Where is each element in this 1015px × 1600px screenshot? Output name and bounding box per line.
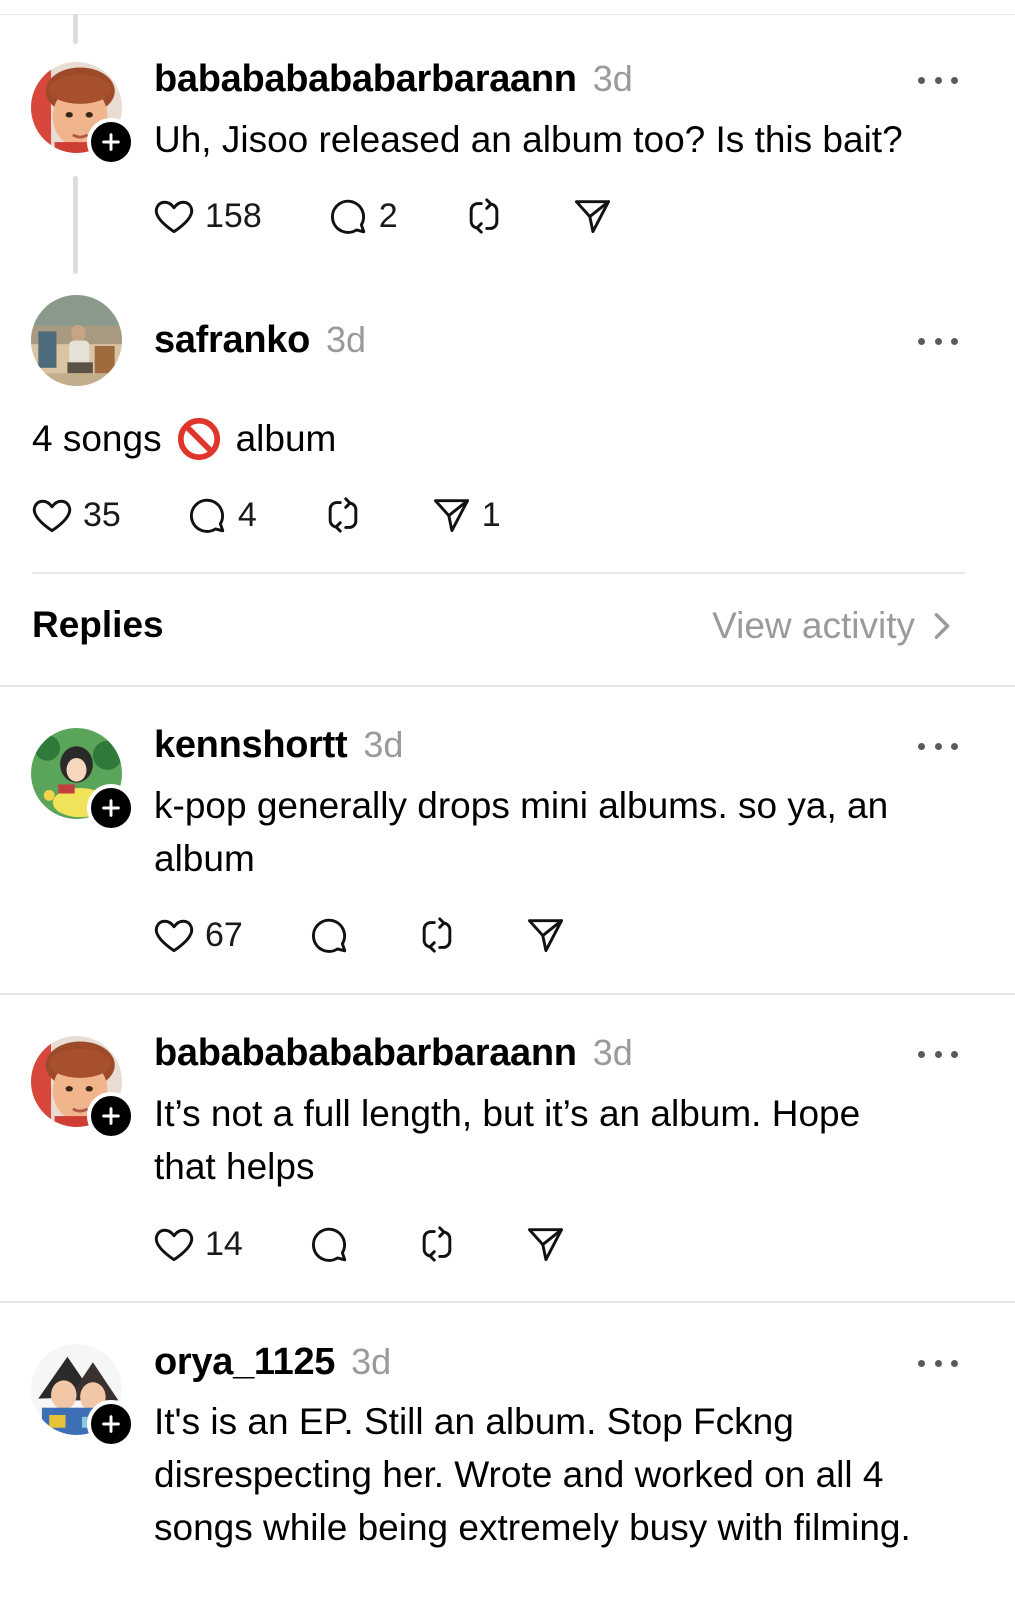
plus-icon [100,1413,122,1435]
avatar-beach-icon [31,295,122,386]
follow-plus-button[interactable] [87,784,135,832]
like-count: 67 [205,915,243,954]
view-activity-label: View activity [712,605,915,646]
repost-icon [462,194,506,238]
send-icon [429,493,473,537]
more-options-icon[interactable] [918,331,958,351]
like-button[interactable]: 35 [30,493,121,537]
divider [0,685,1015,687]
reply-text: k-pop generally drops mini albums. so ya… [154,779,888,885]
like-count: 158 [205,196,262,235]
divider [0,1301,1015,1303]
send-icon [523,1222,567,1266]
comment-count: 2 [378,196,398,235]
comment-icon [307,1222,351,1266]
post-text: Uh, Jisoo released an album too? Is this… [154,119,903,160]
post-text-end: album [235,418,337,459]
thread-line [73,14,78,44]
more-options-icon[interactable] [918,1044,958,1064]
repost-button[interactable] [321,493,365,537]
comment-icon [185,493,229,537]
repost-icon [415,1222,459,1266]
thread-line [73,176,78,274]
like-button[interactable]: 14 [152,1222,243,1266]
divider [32,572,965,574]
send-icon [570,194,614,238]
reply-text-line: It’s not a full length, but it’s an albu… [154,1093,861,1134]
replies-heading: Replies [32,604,164,645]
timestamp: 3d [592,58,633,99]
view-activity-link[interactable]: View activity [712,605,953,647]
heart-icon [152,1222,196,1266]
action-bar: 35 4 1 [30,491,501,539]
share-button[interactable]: 1 [429,493,501,537]
like-button[interactable]: 158 [152,194,262,238]
reply-text-line: disrespecting her. Wrote and worked on a… [154,1454,884,1495]
repost-button[interactable] [415,1222,459,1266]
post-header: orya_1125 3d [154,1341,391,1384]
follow-plus-button[interactable] [87,118,135,166]
more-options-icon[interactable] [918,736,958,756]
send-icon [523,913,567,957]
timestamp: 3d [326,319,367,360]
comment-icon [326,194,370,238]
comment-button[interactable]: 4 [185,493,257,537]
repost-icon [415,913,459,957]
top-divider [0,14,1015,15]
plus-icon [100,1105,122,1127]
timestamp: 3d [363,724,404,765]
share-count: 1 [481,495,501,534]
reply-text: It’s not a full length, but it’s an albu… [154,1087,860,1193]
post-text: 4 songs album [32,412,336,465]
chevron-right-icon [934,613,950,639]
like-count: 14 [205,1224,243,1263]
action-bar: 67 [152,911,567,959]
username[interactable]: kennshortt [154,724,348,767]
plus-icon [100,797,122,819]
post-text-start: 4 songs [32,418,162,459]
comment-count: 4 [237,495,257,534]
prohibited-emoji-icon [177,417,220,460]
username[interactable]: safranko [154,319,310,362]
divider [0,993,1015,995]
reply-text-line: k-pop generally drops mini albums. so ya… [154,785,889,826]
action-bar: 158 2 [152,192,614,240]
more-options-icon[interactable] [918,1353,958,1373]
share-button[interactable] [523,913,567,957]
repost-button[interactable] [415,913,459,957]
post-header: babababababarbaraann 3d [154,58,633,101]
timestamp: 3d [592,1032,633,1073]
comment-button[interactable] [307,1222,351,1266]
comment-icon [307,913,351,957]
follow-plus-button[interactable] [87,1400,135,1448]
reply-text: It's is an EP. Still an album. Stop Fckn… [154,1395,911,1554]
comment-button[interactable]: 2 [326,194,398,238]
post-header: safranko 3d [154,319,366,362]
like-count: 35 [83,495,121,534]
username[interactable]: babababababarbaraann [154,58,577,101]
timestamp: 3d [351,1341,392,1382]
heart-icon [30,493,74,537]
post-header: babababababarbaraann 3d [154,1032,633,1075]
heart-icon [152,913,196,957]
more-options-icon[interactable] [918,70,958,90]
heart-icon [152,194,196,238]
username[interactable]: babababababarbaraann [154,1032,577,1075]
plus-icon [100,131,122,153]
post-header: kennshortt 3d [154,724,403,767]
reply-text-line: It's is an EP. Still an album. Stop Fckn… [154,1401,794,1442]
like-button[interactable]: 67 [152,913,243,957]
follow-plus-button[interactable] [87,1092,135,1140]
username[interactable]: orya_1125 [154,1341,335,1384]
repost-button[interactable] [462,194,506,238]
share-button[interactable] [523,1222,567,1266]
reply-text-line: songs while being extremely busy with fi… [154,1507,911,1548]
comment-button[interactable] [307,913,351,957]
reply-text-line: album [154,838,255,879]
action-bar: 14 [152,1220,567,1268]
avatar[interactable] [31,295,122,386]
share-button[interactable] [570,194,614,238]
repost-icon [321,493,365,537]
reply-text-line: that helps [154,1146,315,1187]
